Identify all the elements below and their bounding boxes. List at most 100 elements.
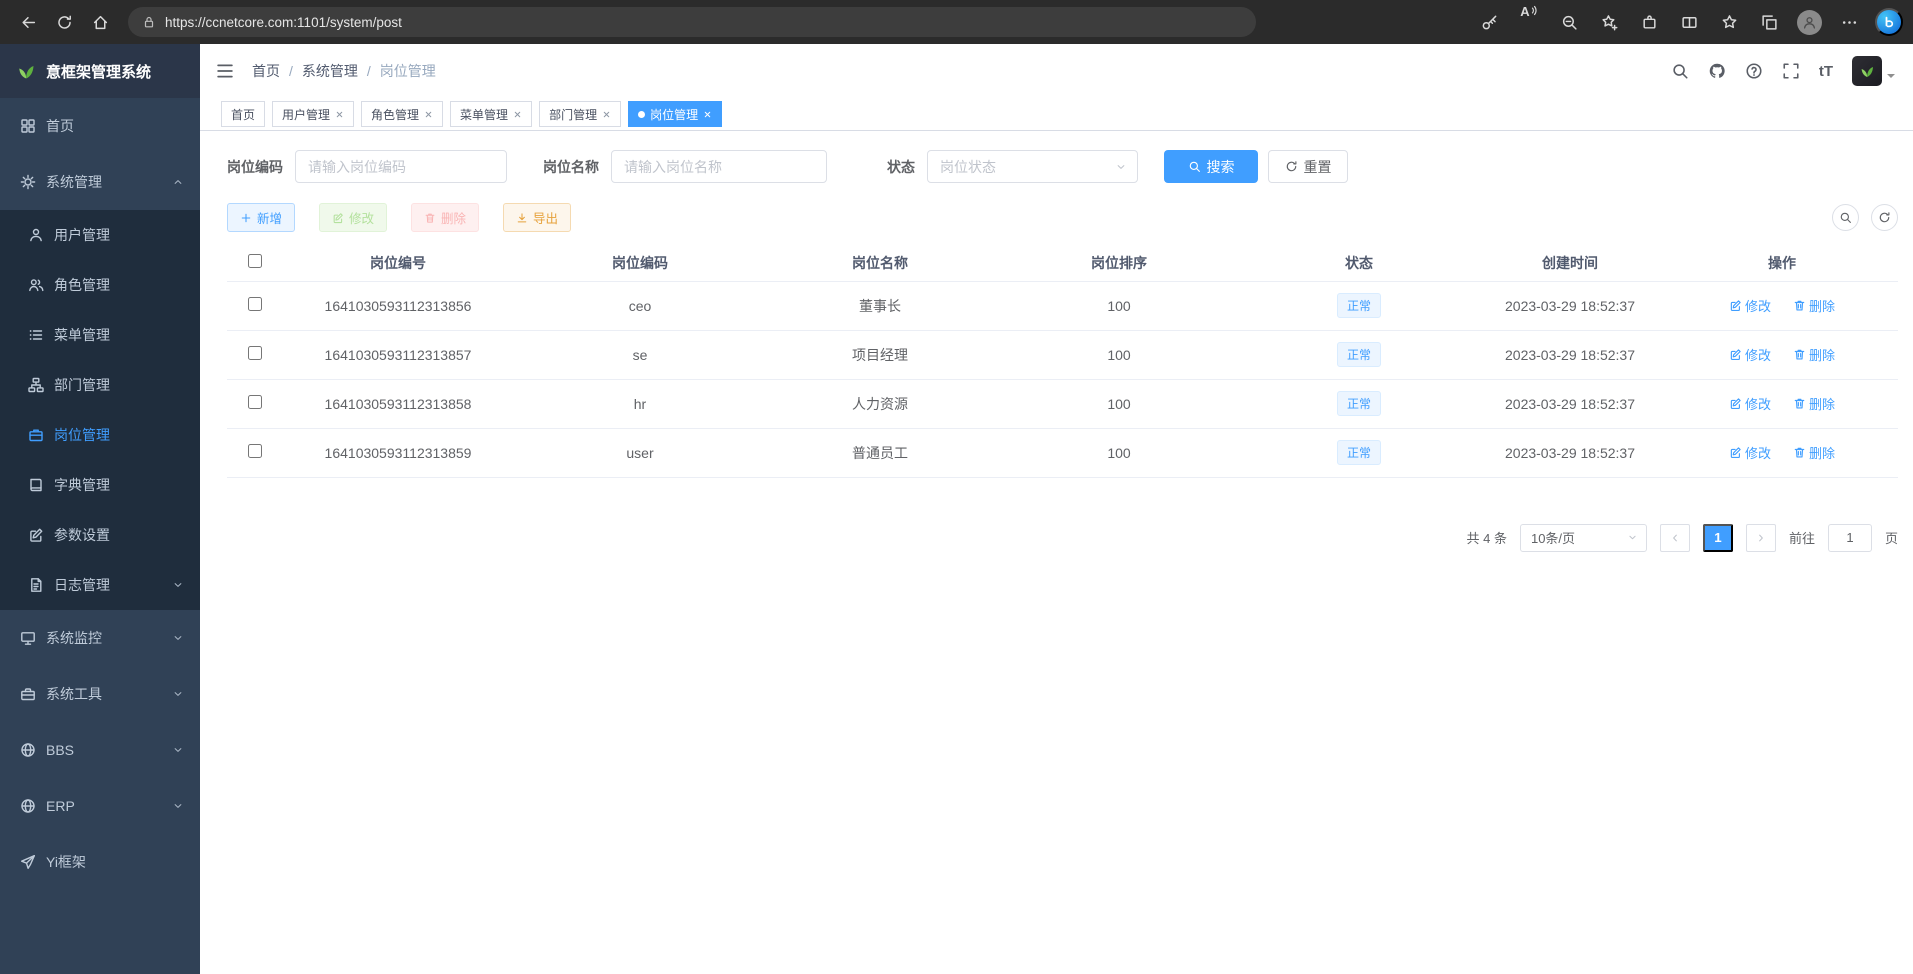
row-checkbox[interactable] (248, 444, 262, 458)
header-actions: tT (1671, 56, 1895, 86)
system-management-submenu: 用户管理 角色管理 菜单管理 部门管理 岗位管理 (0, 210, 200, 610)
bing-copilot-icon[interactable] (1875, 8, 1903, 36)
toggle-search-icon[interactable] (1832, 204, 1859, 231)
password-key-icon[interactable] (1471, 4, 1507, 40)
sidebar-item-post-management[interactable]: 岗位管理 (0, 410, 200, 460)
font-size-icon[interactable]: tT (1819, 63, 1833, 80)
search-button[interactable]: 搜索 (1164, 150, 1258, 183)
status-badge: 正常 (1337, 440, 1381, 465)
column-post-code: 岗位编码 (514, 245, 766, 281)
tab-post-management[interactable]: 岗位管理 (628, 101, 722, 127)
breadcrumb-home[interactable]: 首页 (252, 61, 280, 81)
sidebar-item-department-management[interactable]: 部门管理 (0, 360, 200, 410)
zoom-icon[interactable] (1551, 4, 1587, 40)
sidebar-item-system-management[interactable]: 系统管理 (0, 154, 200, 210)
browser-menu-icon[interactable] (1831, 4, 1867, 40)
close-icon[interactable] (335, 110, 344, 119)
sidebar-item-menu-management[interactable]: 菜单管理 (0, 310, 200, 360)
status-select[interactable]: 岗位状态 (927, 150, 1138, 183)
delete-button[interactable]: 删除 (411, 203, 479, 232)
row-delete-link[interactable]: 删除 (1793, 394, 1835, 413)
row-edit-link[interactable]: 修改 (1729, 394, 1771, 413)
sidebar-item-parameter-settings[interactable]: 参数设置 (0, 510, 200, 560)
address-bar[interactable]: https://ccnetcore.com:1101/system/post (128, 7, 1256, 37)
page-size-select[interactable]: 10条/页 (1520, 524, 1647, 552)
tab-role-management[interactable]: 角色管理 (361, 101, 443, 127)
column-created-time: 创建时间 (1474, 245, 1666, 281)
sidebar-item-home[interactable]: 首页 (0, 98, 200, 154)
tab-home[interactable]: 首页 (221, 101, 265, 127)
add-favorite-icon[interactable] (1591, 4, 1627, 40)
url-text[interactable]: https://ccnetcore.com:1101/system/post (165, 15, 402, 30)
gear-icon (20, 174, 36, 190)
sidebar-collapse-icon[interactable] (215, 61, 235, 81)
user-avatar-menu[interactable] (1852, 56, 1895, 86)
add-button[interactable]: 新增 (227, 203, 295, 232)
close-icon[interactable] (703, 110, 712, 119)
row-checkbox[interactable] (248, 297, 262, 311)
tree-icon (28, 377, 44, 393)
close-icon[interactable] (513, 110, 522, 119)
row-checkbox[interactable] (248, 395, 262, 409)
select-all-checkbox[interactable] (248, 254, 262, 268)
chevron-down-icon (172, 579, 184, 591)
next-page-button[interactable] (1746, 524, 1776, 552)
close-icon[interactable] (424, 110, 433, 119)
browser-chrome: https://ccnetcore.com:1101/system/post A (0, 0, 1913, 44)
chevron-down-icon (1627, 532, 1638, 543)
sidebar-item-bbs[interactable]: BBS (0, 722, 200, 778)
row-delete-link[interactable]: 删除 (1793, 345, 1835, 364)
breadcrumb-system-management[interactable]: 系统管理 (302, 61, 358, 81)
sidebar-item-user-management[interactable]: 用户管理 (0, 210, 200, 260)
fullscreen-icon[interactable] (1782, 62, 1800, 80)
page-number-1[interactable]: 1 (1703, 524, 1733, 552)
goto-page-input[interactable] (1828, 524, 1872, 552)
sidebar-item-role-management[interactable]: 角色管理 (0, 260, 200, 310)
prev-page-button[interactable] (1660, 524, 1690, 552)
document-icon (28, 577, 44, 593)
trash-icon (1793, 348, 1806, 361)
tab-department-management[interactable]: 部门管理 (539, 101, 621, 127)
list-icon (28, 327, 44, 343)
tab-menu-management[interactable]: 菜单管理 (450, 101, 532, 127)
row-edit-link[interactable]: 修改 (1729, 296, 1771, 315)
post-code-input[interactable] (295, 150, 507, 183)
sidebar-item-erp[interactable]: ERP (0, 778, 200, 834)
browser-profile-avatar[interactable] (1791, 4, 1827, 40)
row-checkbox[interactable] (248, 346, 262, 360)
reset-button[interactable]: 重置 (1268, 150, 1348, 183)
tab-user-management[interactable]: 用户管理 (272, 101, 354, 127)
browser-back-button[interactable] (10, 4, 46, 40)
globe-icon (20, 742, 36, 758)
help-icon[interactable] (1745, 62, 1763, 80)
post-name-input[interactable] (611, 150, 827, 183)
status-badge: 正常 (1337, 342, 1381, 367)
sidebar-item-dictionary-management[interactable]: 字典管理 (0, 460, 200, 510)
split-screen-icon[interactable] (1671, 4, 1707, 40)
browser-refresh-button[interactable] (46, 4, 82, 40)
sidebar-item-system-tools[interactable]: 系统工具 (0, 666, 200, 722)
row-delete-link[interactable]: 删除 (1793, 443, 1835, 462)
sidebar-item-log-management[interactable]: 日志管理 (0, 560, 200, 610)
row-edit-link[interactable]: 修改 (1729, 345, 1771, 364)
sidebar-item-system-monitoring[interactable]: 系统监控 (0, 610, 200, 666)
header-search-icon[interactable] (1671, 62, 1689, 80)
users-icon (28, 277, 44, 293)
post-table: 岗位编号 岗位编码 岗位名称 岗位排序 状态 创建时间 操作 164103059… (227, 245, 1898, 478)
sidebar-item-yi-framework[interactable]: Yi框架 (0, 834, 200, 890)
extensions-icon[interactable] (1631, 4, 1667, 40)
row-delete-link[interactable]: 删除 (1793, 296, 1835, 315)
row-edit-link[interactable]: 修改 (1729, 443, 1771, 462)
github-icon[interactable] (1708, 62, 1726, 80)
edit-button[interactable]: 修改 (319, 203, 387, 232)
refresh-table-icon[interactable] (1871, 204, 1898, 231)
close-icon[interactable] (602, 110, 611, 119)
favorites-icon[interactable] (1711, 4, 1747, 40)
collections-icon[interactable] (1751, 4, 1787, 40)
read-aloud-icon[interactable]: A (1511, 4, 1547, 40)
export-button[interactable]: 导出 (503, 203, 571, 232)
edit-icon (1729, 397, 1742, 410)
search-form: 岗位编码 岗位名称 状态 岗位状态 搜索 重置 (227, 150, 1898, 183)
browser-home-button[interactable] (82, 4, 118, 40)
status-badge: 正常 (1337, 391, 1381, 416)
